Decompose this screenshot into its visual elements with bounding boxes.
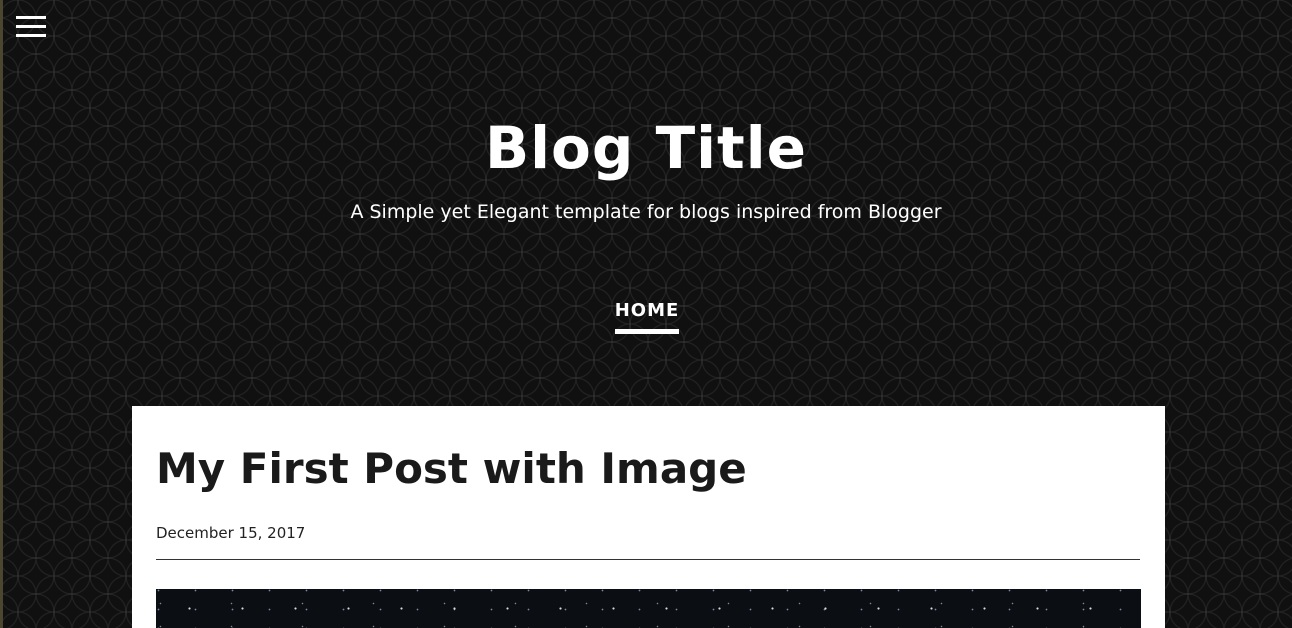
menu-bar: [16, 25, 46, 28]
post-image[interactable]: [156, 589, 1141, 628]
hamburger-menu-icon[interactable]: [16, 16, 46, 40]
nav-item-home[interactable]: HOME: [614, 300, 680, 334]
menu-bar: [16, 34, 46, 37]
post-date: December 15, 2017: [156, 524, 306, 542]
blog-subtitle: A Simple yet Elegant template for blogs …: [350, 201, 942, 223]
post-divider: [156, 559, 1140, 560]
blog-title[interactable]: Blog Title: [0, 114, 1292, 182]
post-card: My First Post with Image December 15, 20…: [132, 406, 1165, 628]
post-title[interactable]: My First Post with Image: [156, 444, 747, 493]
menu-bar: [16, 16, 46, 19]
main-nav: HOME: [0, 300, 1292, 334]
